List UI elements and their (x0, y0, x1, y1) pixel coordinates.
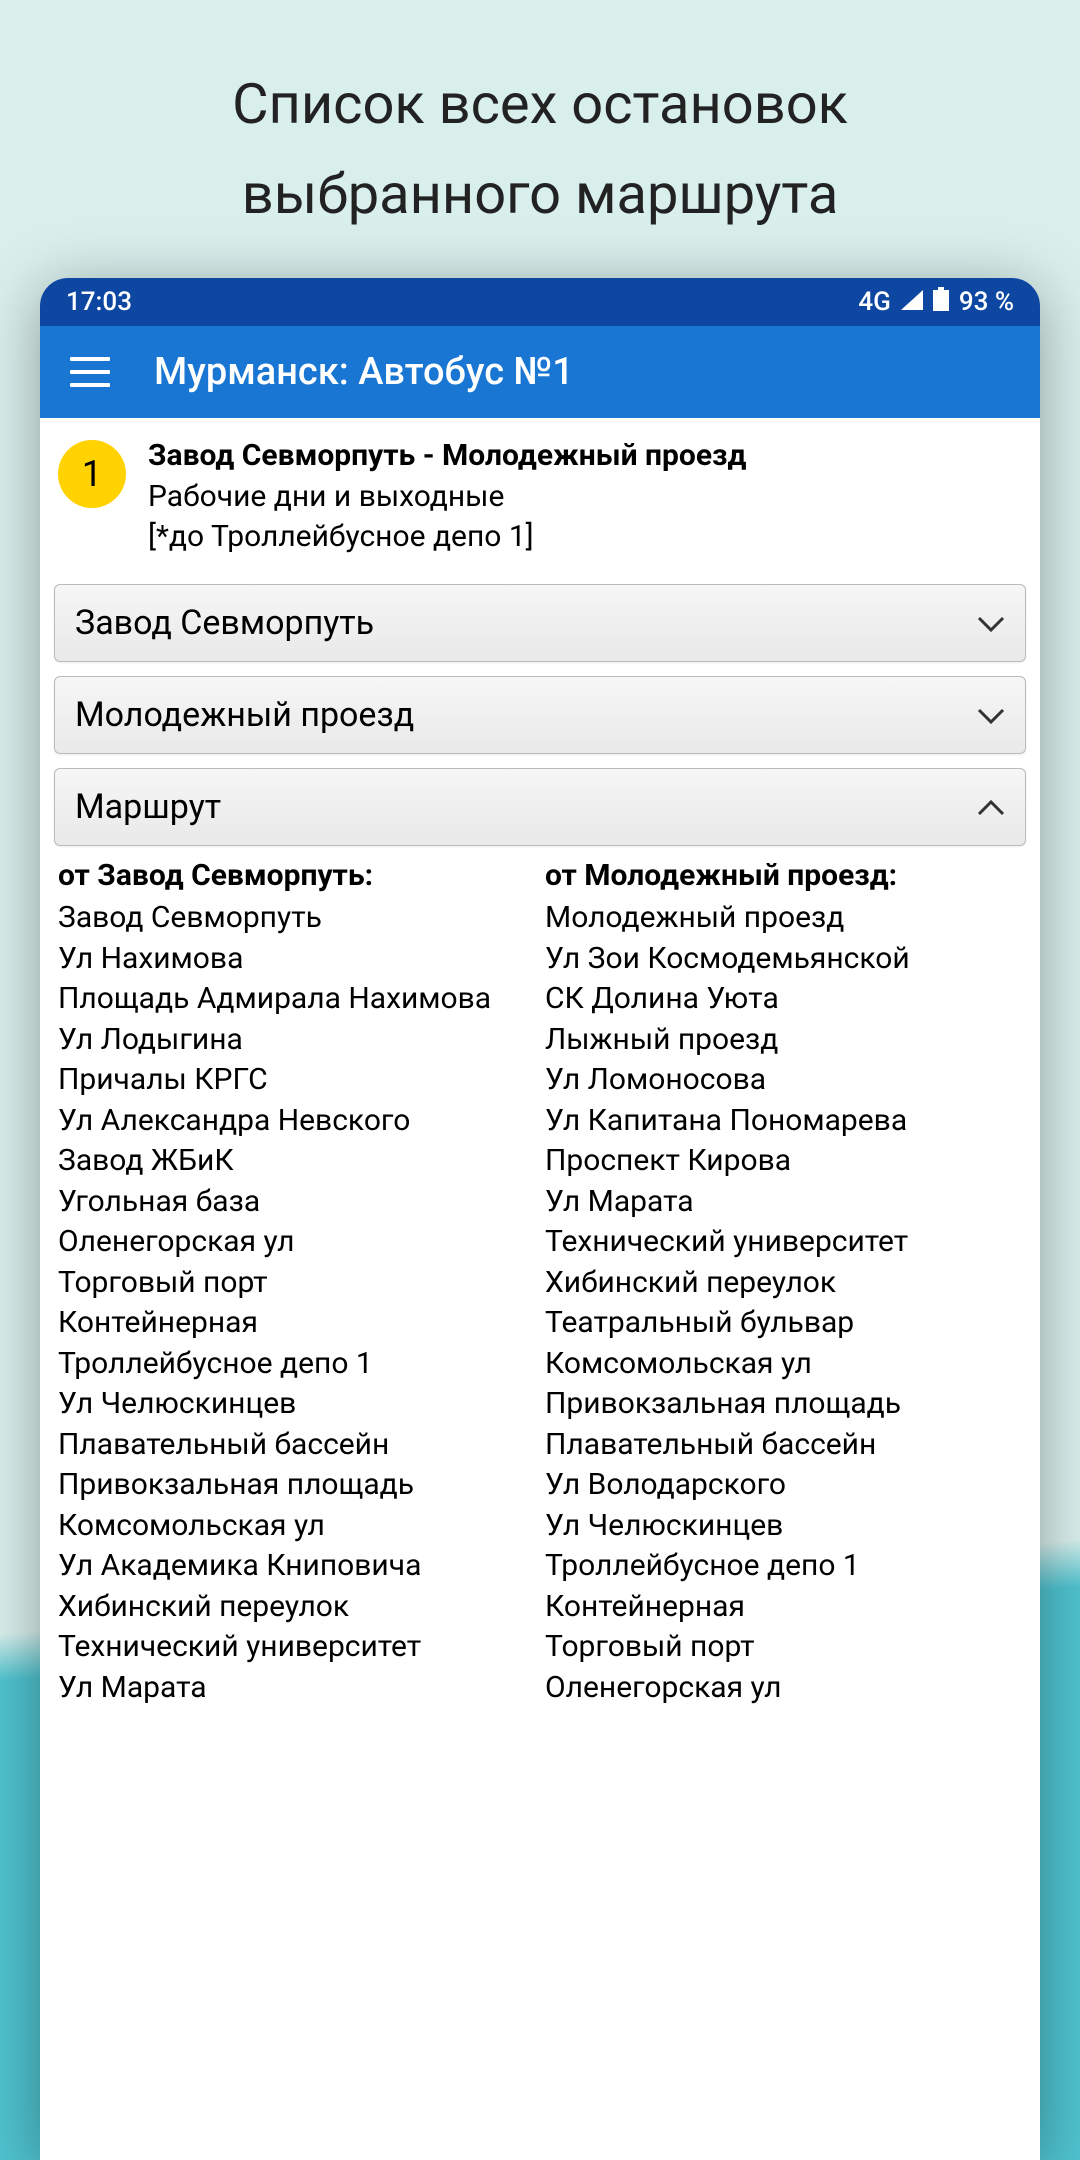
stop-item[interactable]: Торговый порт (58, 1263, 535, 1304)
status-network: 4G (858, 287, 891, 317)
stop-item[interactable]: Технический университет (58, 1627, 535, 1668)
stop-item[interactable]: Угольная база (58, 1182, 535, 1223)
stop-item[interactable]: Троллейбусное депо 1 (545, 1546, 1022, 1587)
stop-item[interactable]: Театральный бульвар (545, 1303, 1022, 1344)
stop-item[interactable]: Молодежный проезд (545, 898, 1022, 939)
stop-item[interactable]: Ул Академика Книповича (58, 1546, 535, 1587)
stop-item[interactable]: Плавательный бассейн (58, 1425, 535, 1466)
stop-item[interactable]: Ул Александра Невского (58, 1101, 535, 1142)
stop-item[interactable]: Привокзальная площадь (545, 1384, 1022, 1425)
battery-icon (933, 287, 949, 318)
status-time: 17:03 (66, 287, 132, 317)
route-schedule: Рабочие дни и выходные (148, 477, 746, 518)
stop-item[interactable]: Ул Зои Космодемьянской (545, 939, 1022, 980)
stop-item[interactable]: Троллейбусное депо 1 (58, 1344, 535, 1385)
stop-item[interactable]: Ул Челюскинцев (545, 1506, 1022, 1547)
route-name: Завод Севморпуть - Молодежный проезд (148, 436, 746, 477)
route-number-badge: 1 (58, 440, 126, 508)
from-stop-dropdown[interactable]: Завод Севморпуть (54, 584, 1026, 662)
stop-item[interactable]: Контейнерная (58, 1303, 535, 1344)
stop-item[interactable]: Ул Капитана Пономарева (545, 1101, 1022, 1142)
app-bar: Мурманск: Автобус №1 (40, 326, 1040, 418)
stop-item[interactable]: Ул Челюскинцев (58, 1384, 535, 1425)
stop-item[interactable]: Плавательный бассейн (545, 1425, 1022, 1466)
stop-item[interactable]: Ул Марата (545, 1182, 1022, 1223)
stop-item[interactable]: Оленегорская ул (58, 1222, 535, 1263)
stop-item[interactable]: Завод Севморпуть (58, 898, 535, 939)
stops-column-forward: от Завод Севморпуть: Завод СевморпутьУл … (58, 856, 535, 1709)
chevron-up-icon (977, 789, 1005, 824)
stops-column-reverse: от Молодежный проезд: Молодежный проездУ… (545, 856, 1022, 1709)
stop-item[interactable]: Ул Лодыгина (58, 1020, 535, 1061)
stop-item[interactable]: Проспект Кирова (545, 1141, 1022, 1182)
stop-item[interactable]: Ул Ломоносова (545, 1060, 1022, 1101)
status-battery: 93 % (959, 287, 1014, 317)
stop-item[interactable]: Комсомольская ул (545, 1344, 1022, 1385)
stop-item[interactable]: Оленегорская ул (545, 1668, 1022, 1709)
to-stop-dropdown[interactable]: Молодежный проезд (54, 676, 1026, 754)
stop-item[interactable]: Хибинский переулок (545, 1263, 1022, 1304)
stop-item[interactable]: Контейнерная (545, 1587, 1022, 1628)
stop-item[interactable]: СК Долина Уюта (545, 979, 1022, 1020)
status-bar: 17:03 4G 93 % (40, 278, 1040, 326)
stop-item[interactable]: Площадь Адмирала Нахимова (58, 979, 535, 1020)
stops-reverse-header: от Молодежный проезд: (545, 856, 1022, 897)
stop-item[interactable]: Комсомольская ул (58, 1506, 535, 1547)
stop-item[interactable]: Технический университет (545, 1222, 1022, 1263)
from-stop-label: Завод Севморпуть (75, 603, 374, 643)
route-expander[interactable]: Маршрут (54, 768, 1026, 846)
promo-title: Список всех остановок выбранного маршрут… (0, 0, 1080, 279)
signal-icon (901, 287, 923, 317)
chevron-down-icon (977, 605, 1005, 640)
phone-frame: 17:03 4G 93 % Мурманск: Автобус №1 1 Зав… (40, 278, 1040, 2160)
menu-icon[interactable] (70, 357, 110, 387)
stops-list: от Завод Севморпуть: Завод СевморпутьУл … (40, 852, 1040, 1709)
route-note: [*до Троллейбусное депо 1] (148, 517, 746, 558)
stop-item[interactable]: Хибинский переулок (58, 1587, 535, 1628)
stop-item[interactable]: Торговый порт (545, 1627, 1022, 1668)
stop-item[interactable]: Привокзальная площадь (58, 1465, 535, 1506)
route-header: 1 Завод Севморпуть - Молодежный проезд Р… (40, 418, 1040, 570)
stop-item[interactable]: Ул Володарского (545, 1465, 1022, 1506)
stops-forward-header: от Завод Севморпуть: (58, 856, 535, 897)
stop-item[interactable]: Лыжный проезд (545, 1020, 1022, 1061)
stop-item[interactable]: Ул Нахимова (58, 939, 535, 980)
appbar-title: Мурманск: Автобус №1 (154, 350, 574, 394)
to-stop-label: Молодежный проезд (75, 695, 414, 735)
route-expander-label: Маршрут (75, 787, 221, 827)
stop-item[interactable]: Ул Марата (58, 1668, 535, 1709)
stop-item[interactable]: Завод ЖБиК (58, 1141, 535, 1182)
stop-item[interactable]: Причалы КРГС (58, 1060, 535, 1101)
chevron-down-icon (977, 697, 1005, 732)
